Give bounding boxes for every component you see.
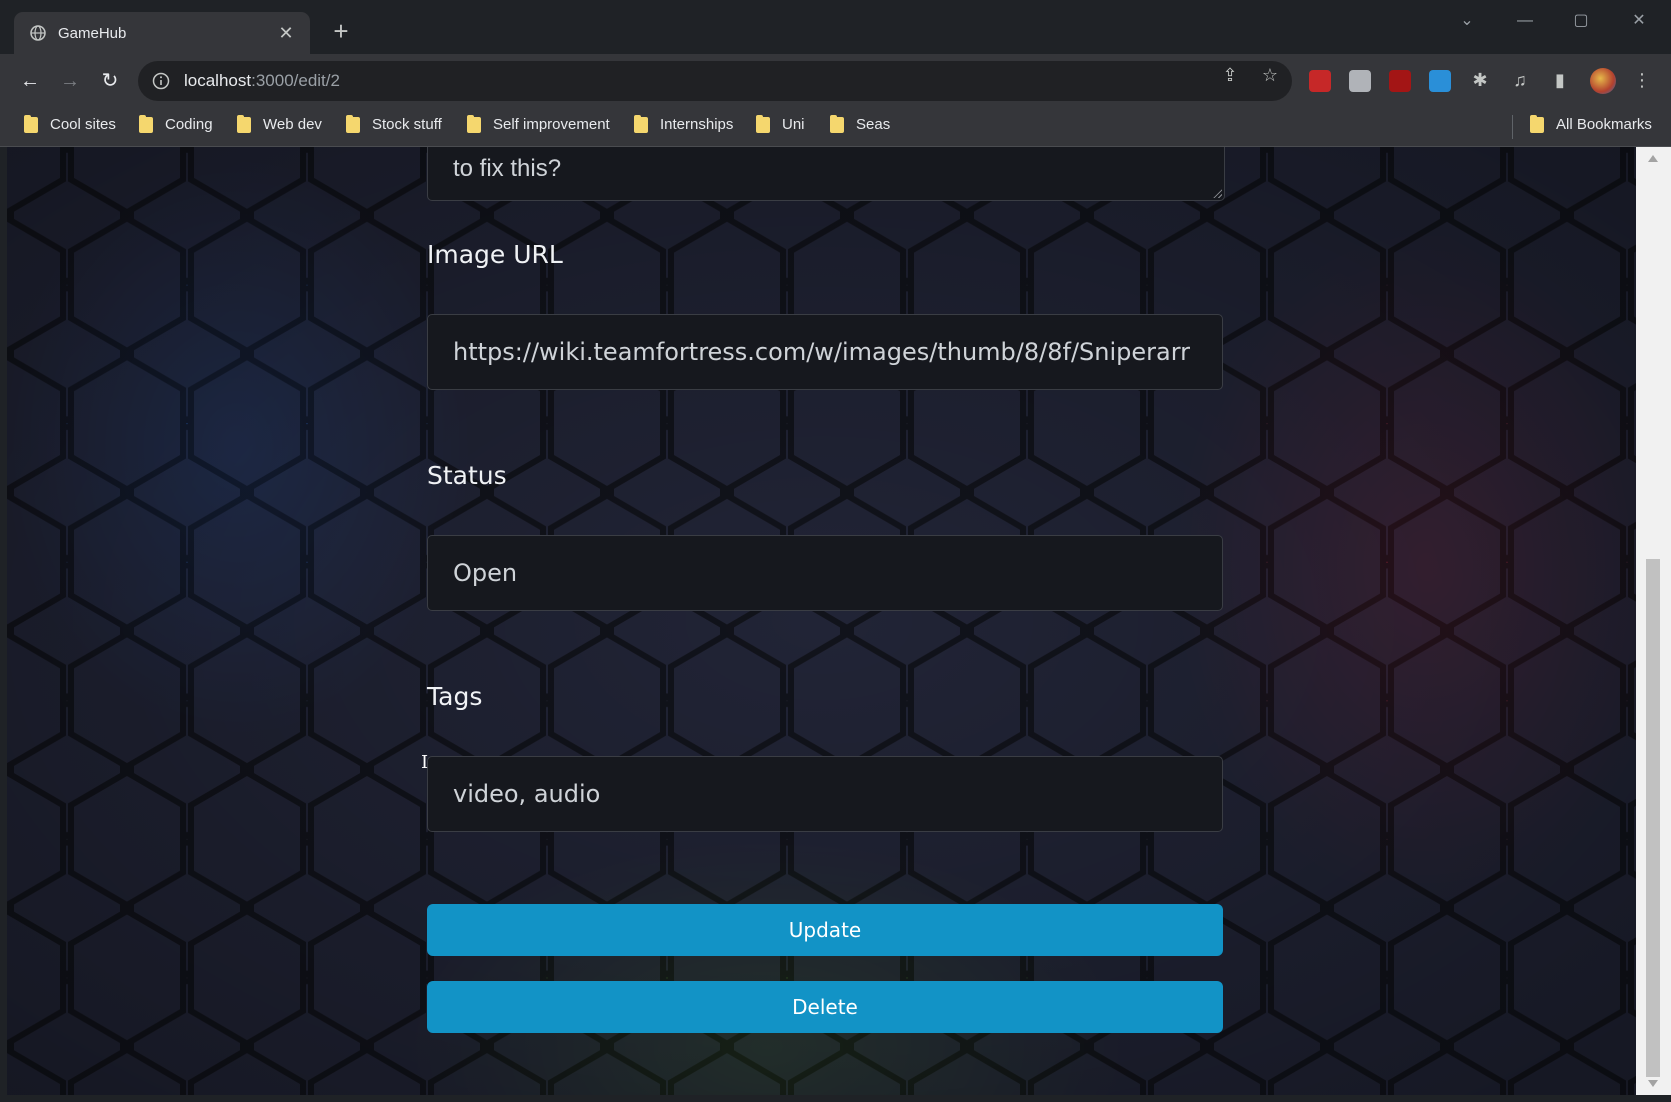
- reload-button[interactable]: ↻: [98, 69, 122, 93]
- bookmark-star-icon[interactable]: ☆: [1260, 65, 1280, 85]
- tags-label: Tags: [427, 682, 483, 711]
- page-scrollbar[interactable]: [1636, 147, 1671, 1095]
- status-input[interactable]: Open: [427, 535, 1223, 611]
- folder-icon: [634, 114, 648, 133]
- tab-search-icon[interactable]: ⌄: [1456, 10, 1478, 32]
- status-label: Status: [427, 461, 507, 490]
- close-tab-icon[interactable]: ✕: [278, 24, 294, 42]
- bookmark-label: Web dev: [263, 116, 322, 133]
- bookmark-label: Stock stuff: [372, 116, 442, 133]
- bookmark-folder-cool-sites[interactable]: Cool sites: [24, 114, 116, 133]
- bookmarks-bar: Cool sites Coding Web dev Stock stuff Se…: [0, 108, 1671, 147]
- extension-gray-icon[interactable]: [1349, 70, 1371, 92]
- bookmark-folder-seas[interactable]: Seas: [830, 114, 891, 133]
- bookmark-label: Internships: [660, 116, 734, 133]
- bookmarks-divider: [1512, 115, 1513, 139]
- page-viewport: to fix this? Image URL https://wiki.team…: [7, 147, 1636, 1095]
- media-control-icon[interactable]: ♫: [1510, 70, 1530, 90]
- info-icon[interactable]: [152, 72, 170, 90]
- ublock-icon[interactable]: [1389, 70, 1411, 92]
- folder-icon: [830, 114, 844, 133]
- tab-gamehub[interactable]: GameHub ✕: [14, 12, 310, 54]
- url-text: localhost:3000/edit/2: [184, 71, 340, 91]
- extension-red-icon[interactable]: [1309, 70, 1331, 92]
- bookmark-label: Coding: [165, 116, 213, 133]
- bookmark-folder-stock-stuff[interactable]: Stock stuff: [346, 114, 442, 133]
- folder-icon: [756, 114, 770, 133]
- image-url-label: Image URL: [427, 240, 563, 269]
- scrollbar-thumb[interactable]: [1646, 559, 1660, 1077]
- extension-blue-icon[interactable]: [1429, 70, 1451, 92]
- tab-strip: GameHub ✕ + ⌄ — ▢ ✕: [0, 0, 1671, 54]
- bookmark-label: Cool sites: [50, 116, 116, 133]
- share-icon[interactable]: ⇪: [1220, 65, 1240, 85]
- close-window-button[interactable]: ✕: [1628, 10, 1650, 32]
- folder-icon: [467, 114, 481, 133]
- all-bookmarks-label: All Bookmarks: [1556, 116, 1652, 133]
- bookmark-label: Uni: [782, 116, 805, 133]
- url-path: :3000/edit/2: [251, 71, 340, 90]
- menu-kebab-icon[interactable]: ⋮: [1632, 70, 1652, 90]
- update-button[interactable]: Update: [427, 904, 1223, 956]
- tab-title: GameHub: [58, 24, 127, 42]
- tags-input[interactable]: video, audio: [427, 756, 1223, 832]
- new-tab-button[interactable]: +: [330, 18, 352, 44]
- folder-icon: [24, 114, 38, 133]
- forward-button[interactable]: →: [58, 69, 82, 93]
- description-textarea[interactable]: to fix this?: [427, 147, 1225, 201]
- text-cursor-icon: I: [421, 752, 429, 773]
- browser-toolbar: ← → ↻ localhost:3000/edit/2 ⇪ ☆ ✱ ♫ ▮ ⋮: [0, 54, 1671, 108]
- bookmark-folder-internships[interactable]: Internships: [634, 114, 734, 133]
- url-host: localhost: [184, 71, 252, 90]
- bookmark-folder-self-improvement[interactable]: Self improvement: [467, 114, 610, 133]
- resize-handle[interactable]: [1212, 188, 1222, 198]
- bookmark-folder-uni[interactable]: Uni: [756, 114, 805, 133]
- scroll-down-arrow-icon[interactable]: [1648, 1080, 1658, 1087]
- folder-icon: [237, 114, 251, 133]
- bookmark-label: Self improvement: [493, 116, 610, 133]
- minimize-button[interactable]: —: [1514, 10, 1536, 32]
- extensions-puzzle-icon[interactable]: ✱: [1470, 70, 1490, 90]
- bookmark-folder-coding[interactable]: Coding: [139, 114, 213, 133]
- globe-icon: [30, 25, 46, 41]
- maximize-button[interactable]: ▢: [1570, 10, 1592, 32]
- back-button[interactable]: ←: [18, 69, 42, 93]
- profile-avatar[interactable]: [1590, 68, 1616, 94]
- delete-button[interactable]: Delete: [427, 981, 1223, 1033]
- bookmark-folder-web-dev[interactable]: Web dev: [237, 114, 322, 133]
- address-bar[interactable]: localhost:3000/edit/2: [138, 61, 1292, 101]
- all-bookmarks-button[interactable]: All Bookmarks: [1530, 114, 1652, 133]
- folder-icon: [346, 114, 360, 133]
- bookmark-label: Seas: [856, 116, 891, 133]
- folder-icon: [139, 114, 153, 133]
- folder-icon: [1530, 114, 1544, 133]
- side-panel-icon[interactable]: ▮: [1550, 70, 1570, 90]
- scroll-up-arrow-icon[interactable]: [1648, 155, 1658, 162]
- image-url-input[interactable]: https://wiki.teamfortress.com/w/images/t…: [427, 314, 1223, 390]
- description-text: to fix this?: [453, 155, 562, 182]
